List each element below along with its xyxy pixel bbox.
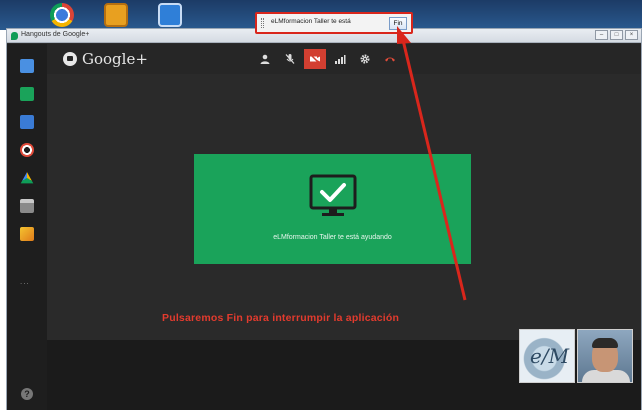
chat-icon[interactable] bbox=[20, 59, 34, 73]
app-icon[interactable] bbox=[20, 199, 34, 213]
camera-icon[interactable] bbox=[20, 115, 34, 129]
drag-grip-icon[interactable] bbox=[261, 18, 264, 28]
phone-hangup-icon bbox=[385, 57, 395, 62]
drive-icon[interactable] bbox=[20, 172, 34, 184]
lifebuoy-icon[interactable] bbox=[20, 143, 34, 157]
camera-off-icon bbox=[309, 53, 321, 65]
window-buttons: – □ × bbox=[595, 30, 638, 40]
instruction-annotation: Pulsaremos Fin para interrumpir la aplic… bbox=[162, 312, 400, 324]
participant-initials: e/M bbox=[530, 344, 570, 368]
screen-share-card: eLMformacion Taller te está ayudando bbox=[194, 154, 471, 264]
minimize-button[interactable]: – bbox=[595, 30, 608, 40]
chrome-icon[interactable] bbox=[50, 3, 74, 27]
desktop-app-icon[interactable] bbox=[104, 3, 128, 27]
hangouts-icon bbox=[11, 32, 18, 40]
monitor-check-icon bbox=[309, 174, 357, 216]
person-add-icon bbox=[260, 54, 270, 64]
more-apps-icon[interactable]: ... bbox=[20, 277, 30, 286]
help-icon[interactable]: ? bbox=[21, 388, 33, 400]
sidebar: ... ? bbox=[7, 44, 47, 410]
gear-icon bbox=[360, 54, 370, 64]
screenshare-icon[interactable] bbox=[20, 87, 34, 101]
photo-icon[interactable] bbox=[20, 227, 34, 241]
screen-share-label: eLMformacion Taller te está ayudando bbox=[273, 234, 392, 241]
stop-sharing-button[interactable]: Fin bbox=[389, 17, 407, 30]
signal-bars-icon bbox=[335, 55, 346, 64]
mute-mic-button[interactable] bbox=[279, 49, 301, 69]
mic-off-icon bbox=[285, 54, 295, 64]
participant-thumb-person[interactable] bbox=[577, 329, 633, 383]
window-title: Hangouts de Google+ bbox=[21, 31, 90, 38]
maximize-button[interactable]: □ bbox=[610, 30, 623, 40]
video-off-button[interactable] bbox=[304, 49, 326, 69]
screen-sharing-notification-bar: eLMformacion Taller te está Fin bbox=[255, 12, 413, 34]
settings-button[interactable] bbox=[354, 49, 376, 69]
google-plus-logo: Google+ bbox=[63, 50, 148, 68]
close-button[interactable]: × bbox=[625, 30, 638, 40]
hangouts-logo-icon bbox=[63, 52, 77, 66]
person-hair bbox=[592, 338, 618, 348]
teamviewer-icon[interactable] bbox=[158, 3, 182, 27]
bandwidth-button[interactable] bbox=[329, 49, 351, 69]
hang-up-button[interactable] bbox=[379, 49, 401, 69]
top-bar: Google+ bbox=[47, 44, 641, 74]
screenshot-root: Hangouts de Google+ – □ × ... ? Google+ bbox=[0, 0, 642, 413]
sharing-notification-text: eLMformacion Taller te está bbox=[271, 18, 351, 25]
call-controls bbox=[254, 49, 401, 69]
logo-text: Google+ bbox=[82, 50, 148, 68]
invite-people-button[interactable] bbox=[254, 49, 276, 69]
participant-thumb-logo[interactable]: e/M bbox=[519, 329, 575, 383]
